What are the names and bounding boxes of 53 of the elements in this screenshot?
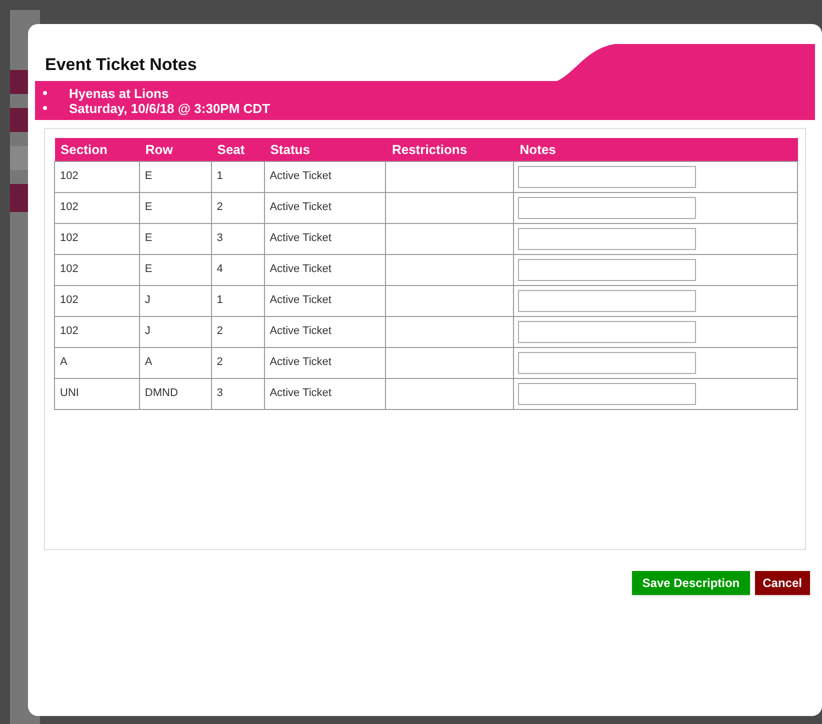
notes-input[interactable] <box>518 290 696 312</box>
cancel-button[interactable]: Cancel <box>754 571 810 595</box>
table-cell: Active Ticket <box>264 347 386 378</box>
event-info: Hyenas at Lions <box>69 86 169 100</box>
table-cell: 102 <box>54 254 140 285</box>
notes-input[interactable] <box>518 196 696 218</box>
table-cell: J <box>139 316 212 347</box>
table-cell: Active Ticket <box>264 285 386 316</box>
notes-input[interactable] <box>518 320 696 342</box>
bullet-icon <box>43 106 47 110</box>
table-cell: Active Ticket <box>264 378 386 409</box>
table-cell: 4 <box>211 254 264 285</box>
notes-input[interactable] <box>518 166 696 188</box>
column-header: Row <box>139 138 212 161</box>
table-cell: E <box>139 161 212 192</box>
table-cell: 102 <box>54 161 140 192</box>
table-cell: Active Ticket <box>264 223 386 254</box>
table-cell: 2 <box>211 316 264 347</box>
column-header: Seat <box>211 138 264 161</box>
table-cell: 102 <box>54 316 140 347</box>
table-cell: 2 <box>211 347 264 378</box>
bullet-icon <box>43 91 47 95</box>
column-header: Notes <box>514 138 798 161</box>
column-header: Section <box>54 138 140 161</box>
table-cell: E <box>139 254 212 285</box>
table-cell: 102 <box>54 285 140 316</box>
table-cell: Active Ticket <box>264 316 386 347</box>
table-cell: 1 <box>211 285 264 316</box>
save-button[interactable]: Save Description <box>632 571 750 595</box>
table-cell: 102 <box>54 223 140 254</box>
table-cell: 102 <box>54 192 140 223</box>
column-header: Restrictions <box>386 138 514 161</box>
table-cell: J <box>139 285 212 316</box>
table-cell: Active Ticket <box>264 254 386 285</box>
table-cell: A <box>54 347 140 378</box>
dialog-title: Event Ticket Notes <box>45 54 197 76</box>
table-cell: 3 <box>211 223 264 254</box>
table-cell: E <box>139 192 212 223</box>
notes-input[interactable] <box>518 352 696 374</box>
table-cell: E <box>139 223 212 254</box>
notes-input[interactable] <box>518 228 696 250</box>
table-cell: 3 <box>211 378 264 409</box>
table-cell: DMND <box>139 378 212 409</box>
table-cell: Active Ticket <box>264 192 386 223</box>
table-cell: A <box>139 347 212 378</box>
column-header: Status <box>264 138 386 161</box>
notes-input[interactable] <box>518 382 696 404</box>
table-cell: Active Ticket <box>264 161 386 192</box>
table-cell: 1 <box>211 161 264 192</box>
table-cell: UNI <box>54 378 140 409</box>
table-cell: 2 <box>211 192 264 223</box>
event-info: Saturday, 10/6/18 @ 3:30PM CDT <box>69 100 270 116</box>
notes-input[interactable] <box>518 258 696 280</box>
